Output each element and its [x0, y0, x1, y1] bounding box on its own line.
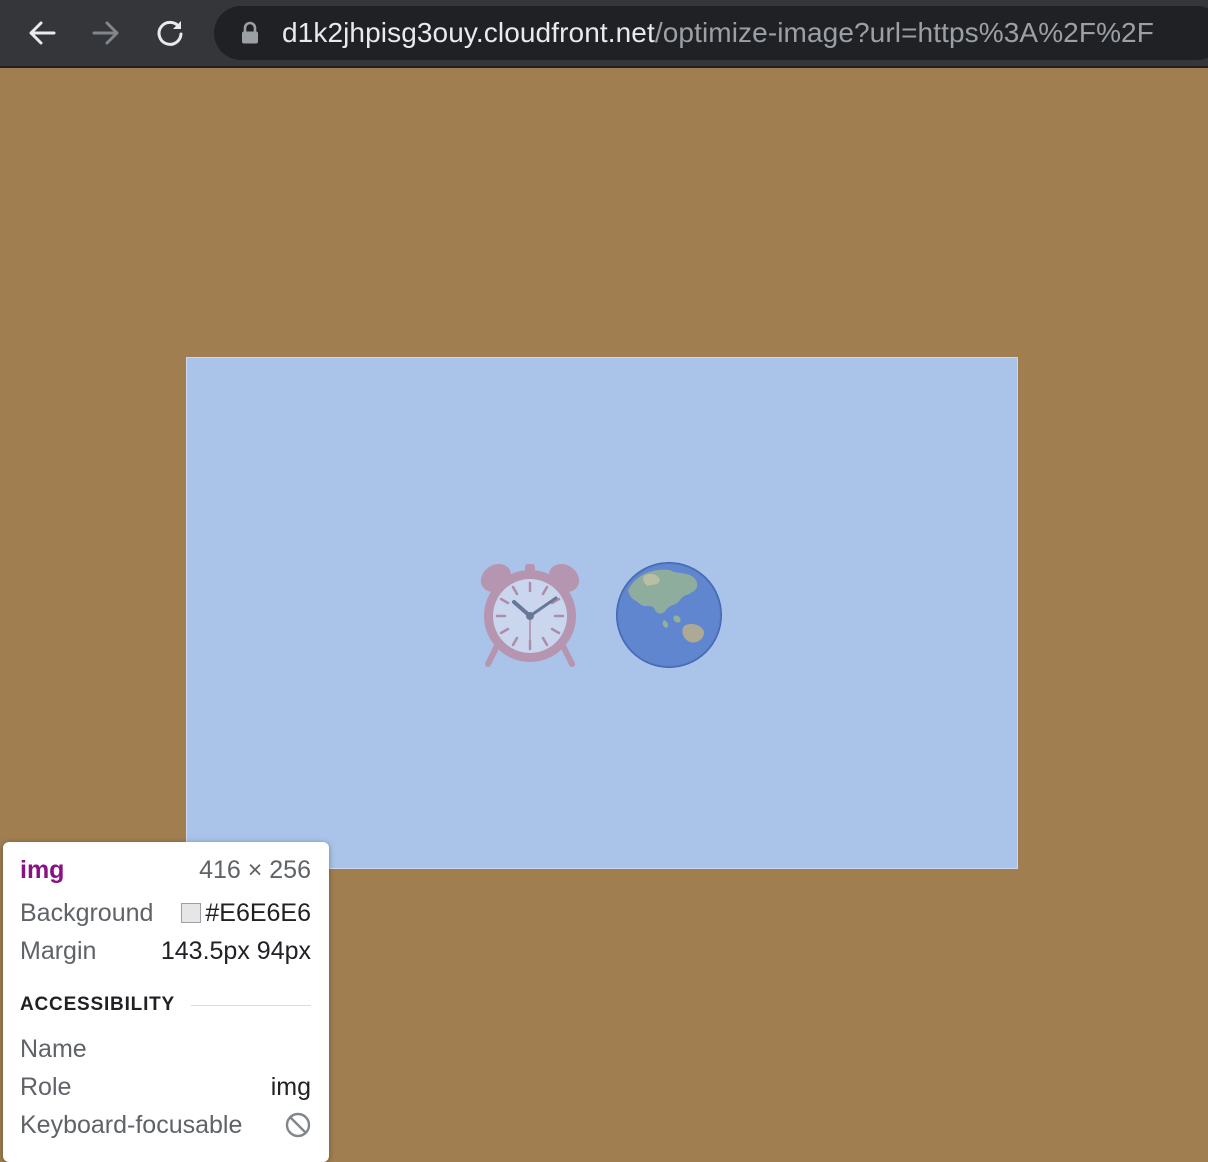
- browser-toolbar: d1k2jhpisg3ouy.cloudfront.net/optimize-i…: [0, 0, 1208, 68]
- lock-icon[interactable]: [240, 21, 260, 45]
- background-row: Background #E6E6E6: [20, 898, 311, 928]
- address-bar[interactable]: d1k2jhpisg3ouy.cloudfront.net/optimize-i…: [214, 6, 1208, 60]
- background-label: Background: [20, 899, 154, 927]
- section-divider: [191, 1004, 311, 1006]
- reload-button[interactable]: [150, 14, 190, 52]
- accessibility-title: ACCESSIBILITY: [20, 994, 176, 1015]
- margin-label: Margin: [20, 937, 97, 965]
- inspector-tooltip: img 416 × 256 Background #E6E6E6 Margin …: [3, 842, 329, 1162]
- role-label: Role: [20, 1073, 72, 1101]
- margin-value: 143.5px 94px: [160, 937, 311, 965]
- background-value: #E6E6E6: [181, 898, 311, 928]
- element-tag: img: [20, 856, 65, 884]
- url-text[interactable]: d1k2jhpisg3ouy.cloudfront.net/optimize-i…: [282, 17, 1154, 49]
- keyboard-focusable-label: Keyboard-focusable: [20, 1111, 243, 1139]
- keyboard-focusable-row: Keyboard-focusable: [20, 1110, 311, 1140]
- role-value: img: [270, 1073, 311, 1101]
- margin-row: Margin 143.5px 94px: [20, 936, 311, 966]
- name-label: Name: [20, 1035, 87, 1063]
- accessibility-section-header: ACCESSIBILITY: [20, 994, 311, 1016]
- url-host: d1k2jhpisg3ouy.cloudfront.net: [282, 17, 655, 48]
- element-dimensions: 416 × 256: [199, 856, 311, 884]
- background-hex: #E6E6E6: [205, 899, 311, 927]
- alarm-clock-icon: [480, 563, 580, 667]
- name-row: Name: [20, 1034, 311, 1064]
- forward-arrow-icon: [92, 21, 119, 45]
- role-row: Role img: [20, 1072, 311, 1102]
- inspected-image: [186, 357, 1018, 869]
- not-allowed-icon: [285, 1112, 311, 1138]
- globe-asia-australia-icon: [616, 562, 722, 668]
- forward-button[interactable]: [86, 14, 126, 52]
- color-swatch-icon: [181, 903, 202, 923]
- url-path: /optimize-image?url=https%3A%2F%2F: [654, 17, 1154, 48]
- reload-icon: [157, 20, 183, 46]
- back-arrow-icon: [29, 21, 56, 45]
- tooltip-header: img 416 × 256: [20, 855, 311, 885]
- back-button[interactable]: [22, 14, 62, 52]
